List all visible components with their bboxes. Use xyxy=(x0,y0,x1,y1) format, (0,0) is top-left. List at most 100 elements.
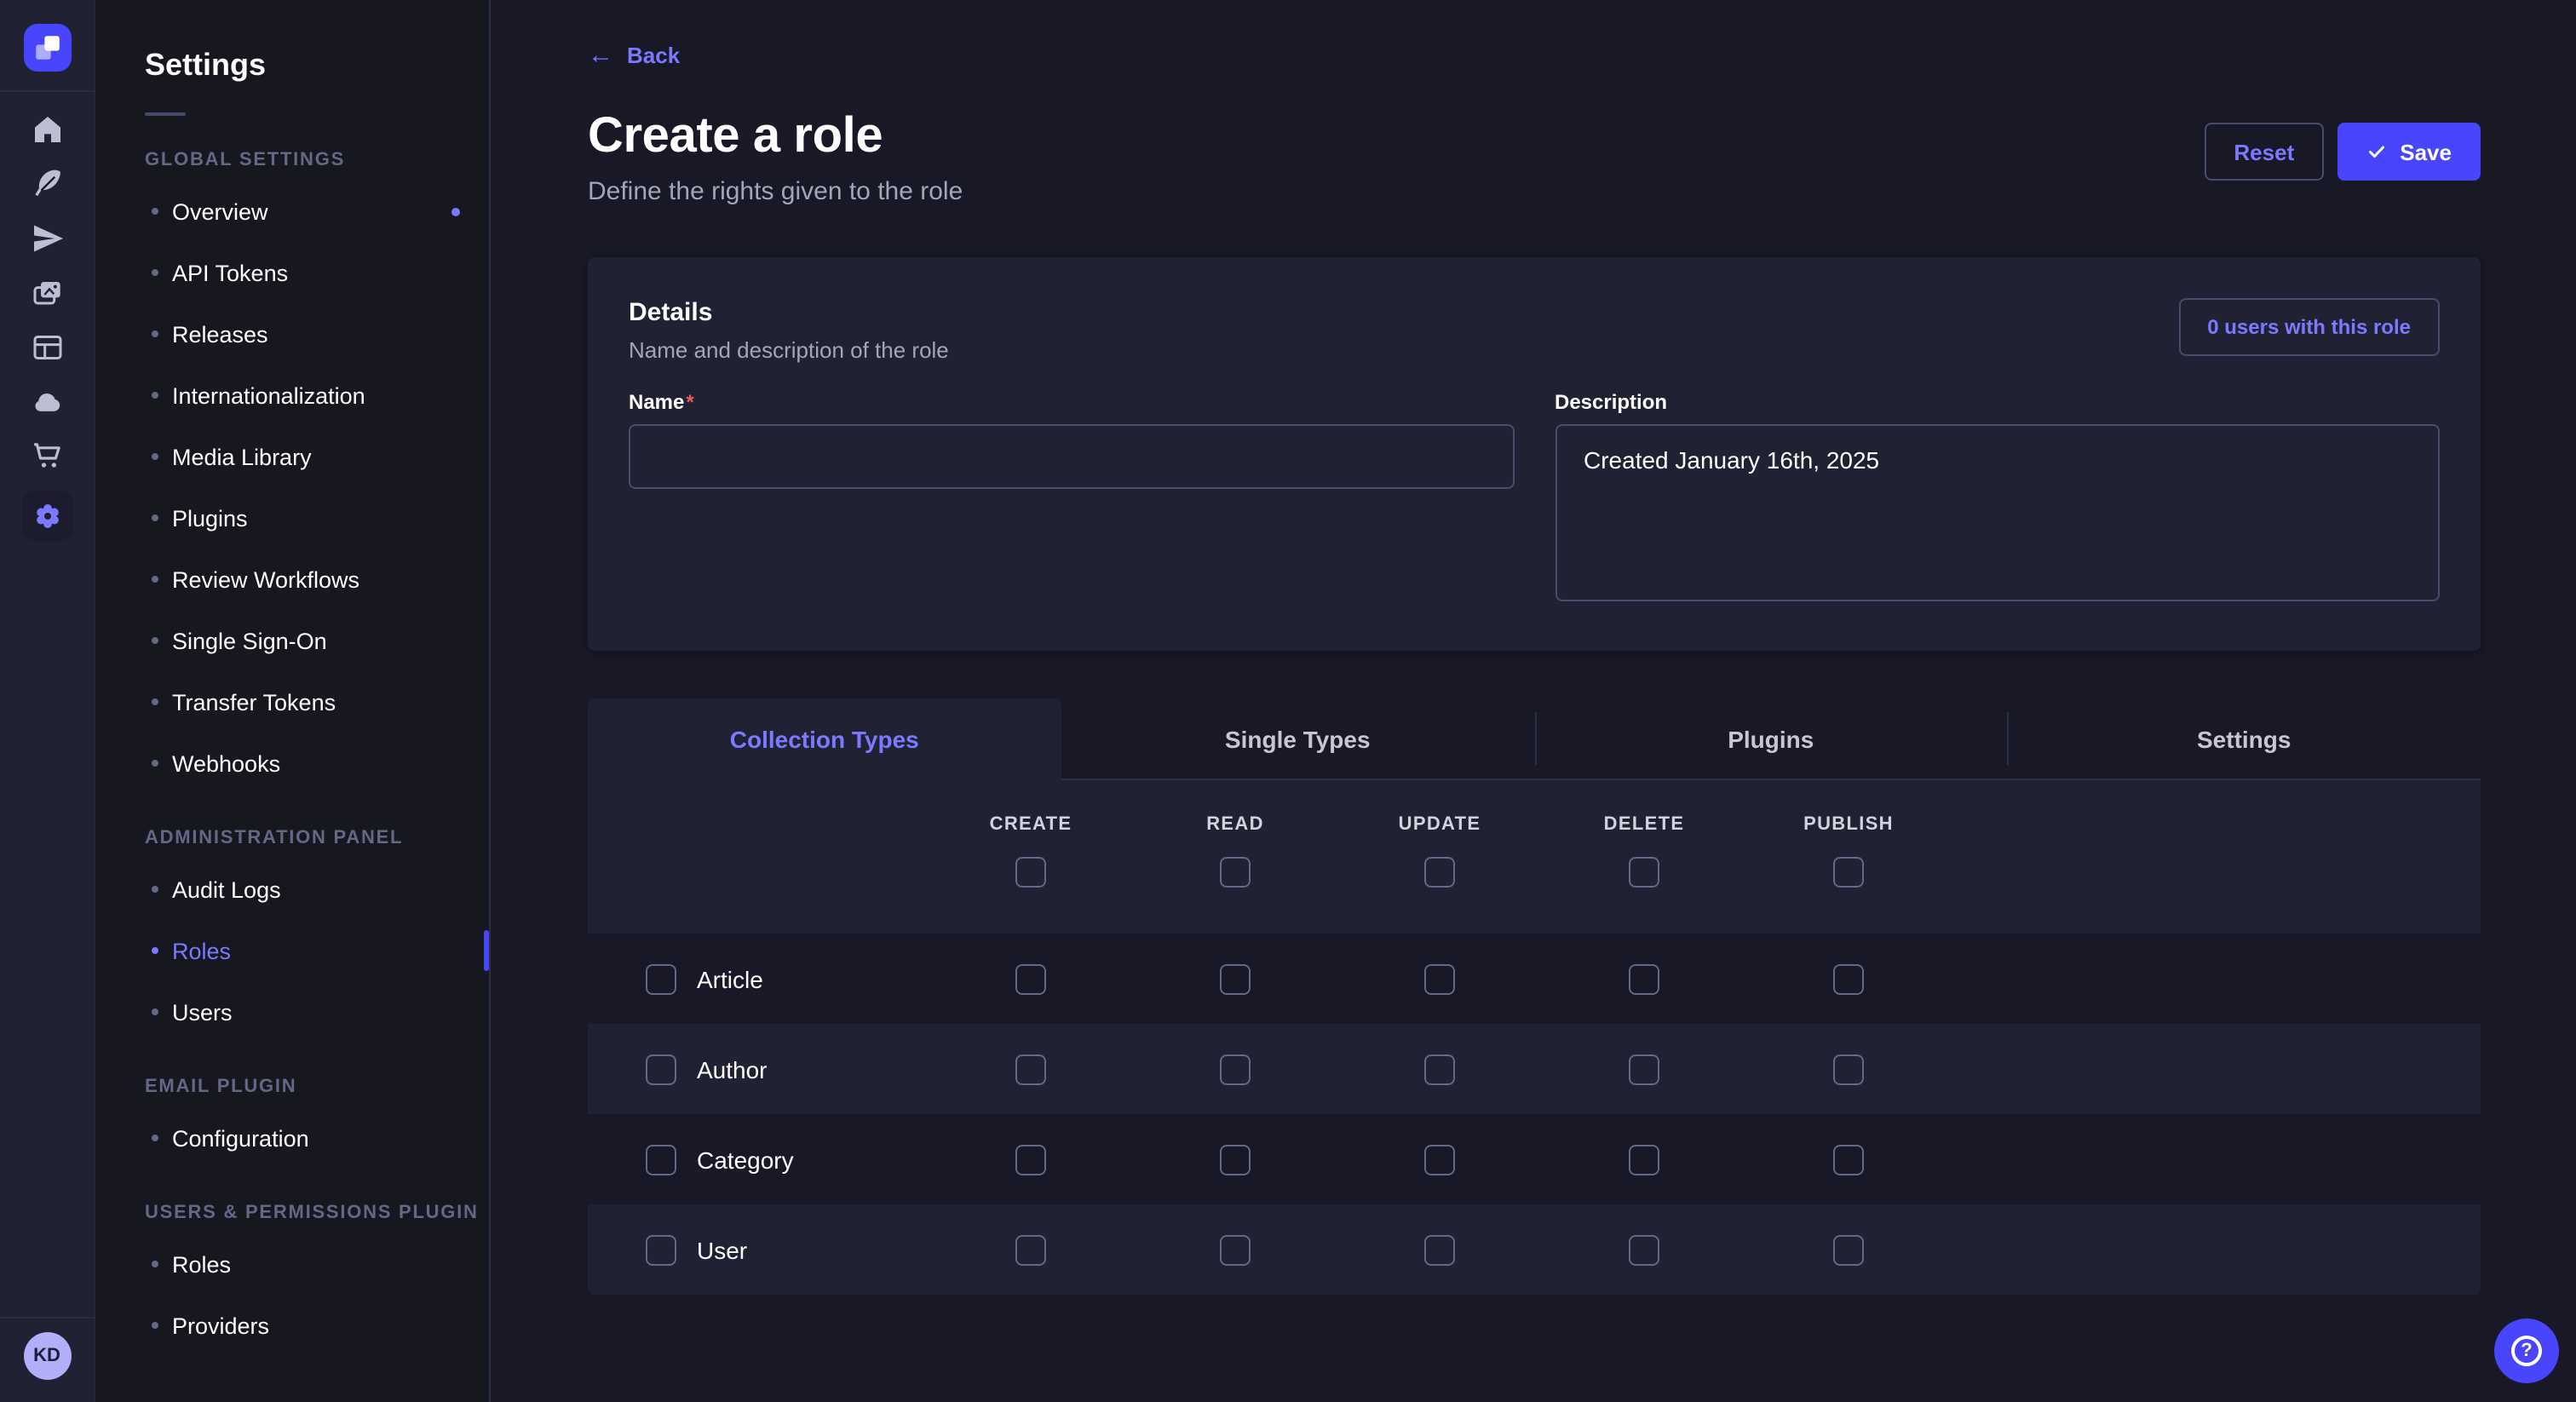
select-row-checkbox[interactable] xyxy=(646,963,676,994)
strapi-admin-app: KD Settings GLOBAL SETTINGS Overview API… xyxy=(0,0,2576,1402)
permission-checkbox[interactable] xyxy=(1220,1144,1251,1175)
users-with-role-button[interactable]: 0 users with this role xyxy=(2178,298,2440,356)
sidebar-item-single-sign-on[interactable]: Single Sign-On xyxy=(97,610,489,671)
reset-button[interactable]: Reset xyxy=(2205,123,2323,181)
select-row-checkbox[interactable] xyxy=(646,1234,676,1265)
subnav-title-rule xyxy=(145,112,186,116)
question-mark-icon: ? xyxy=(2511,1336,2542,1366)
user-avatar[interactable]: KD xyxy=(23,1332,71,1380)
sidebar-item-audit-logs[interactable]: Audit Logs xyxy=(97,859,489,920)
bullet-icon xyxy=(152,637,158,644)
permissions-table: CREATE READ UPDATE DELETE PUBLISH Articl… xyxy=(588,780,2481,1295)
permission-checkbox[interactable] xyxy=(1424,963,1455,994)
strapi-logo-icon xyxy=(28,29,66,66)
rail-icon-list xyxy=(21,109,72,542)
permission-checkbox[interactable] xyxy=(1424,1144,1455,1175)
tabs: Collection Types Single Types Plugins Se… xyxy=(588,698,2481,780)
main-content: ← Back Create a role Define the rights g… xyxy=(492,0,2576,1402)
bullet-icon xyxy=(152,1008,158,1015)
select-row-checkbox[interactable] xyxy=(646,1054,676,1084)
permission-checkbox[interactable] xyxy=(1833,963,1864,994)
select-row-checkbox[interactable] xyxy=(646,1144,676,1175)
help-button[interactable]: ? xyxy=(2494,1319,2559,1383)
column-header-update: UPDATE xyxy=(1399,814,1481,835)
back-label: Back xyxy=(627,43,680,68)
active-indicator-bar xyxy=(484,930,489,971)
back-arrow-icon: ← xyxy=(588,43,613,68)
bullet-icon xyxy=(152,1261,158,1267)
permission-checkbox[interactable] xyxy=(1629,1144,1659,1175)
cart-icon[interactable] xyxy=(21,436,72,477)
sidebar-item-plugins[interactable]: Plugins xyxy=(97,487,489,549)
name-input[interactable] xyxy=(629,424,1514,489)
sidebar-item-review-workflows[interactable]: Review Workflows xyxy=(97,549,489,610)
permission-checkbox[interactable] xyxy=(1015,1144,1046,1175)
section-label-administration-panel: ADMINISTRATION PANEL xyxy=(145,828,489,848)
save-button[interactable]: Save xyxy=(2337,123,2481,181)
tab-single-types[interactable]: Single Types xyxy=(1061,698,1535,780)
permission-checkbox[interactable] xyxy=(1015,1054,1046,1084)
sidebar-item-media-library[interactable]: Media Library xyxy=(97,426,489,487)
section-label-users-permissions-plugin: USERS & PERMISSIONS PLUGIN xyxy=(145,1203,489,1223)
tab-collection-types[interactable]: Collection Types xyxy=(588,698,1061,780)
sidebar-item-roles-up[interactable]: Roles xyxy=(97,1233,489,1295)
permission-checkbox[interactable] xyxy=(1629,963,1659,994)
rail-divider xyxy=(0,90,95,92)
permission-checkbox[interactable] xyxy=(1833,1054,1864,1084)
permissions-panel: Collection Types Single Types Plugins Se… xyxy=(588,698,2481,1295)
bullet-icon xyxy=(152,576,158,583)
gear-icon[interactable] xyxy=(21,491,72,542)
header-actions: Reset Save xyxy=(2205,123,2481,181)
sidebar-item-api-tokens[interactable]: API Tokens xyxy=(97,242,489,303)
sidebar-item-webhooks[interactable]: Webhooks xyxy=(97,733,489,794)
bullet-icon xyxy=(152,760,158,767)
back-link[interactable]: ← Back xyxy=(588,43,680,68)
tab-plugins[interactable]: Plugins xyxy=(1534,698,2008,780)
permission-checkbox[interactable] xyxy=(1220,1234,1251,1265)
permission-checkbox[interactable] xyxy=(1015,963,1046,994)
paper-plane-icon[interactable] xyxy=(21,218,72,259)
sidebar-item-transfer-tokens[interactable]: Transfer Tokens xyxy=(97,671,489,733)
details-card: Details Name and description of the role… xyxy=(588,257,2481,651)
tab-settings[interactable]: Settings xyxy=(2008,698,2481,780)
bullet-icon xyxy=(152,947,158,954)
sidebar-item-internationalization[interactable]: Internationalization xyxy=(97,365,489,426)
sidebar-item-users[interactable]: Users xyxy=(97,981,489,1043)
permission-checkbox[interactable] xyxy=(1220,1054,1251,1084)
permission-checkbox[interactable] xyxy=(1833,1234,1864,1265)
sidebar-item-configuration[interactable]: Configuration xyxy=(97,1107,489,1169)
home-icon[interactable] xyxy=(21,109,72,150)
column-header-read: READ xyxy=(1206,814,1264,835)
feather-icon[interactable] xyxy=(21,164,72,204)
sidebar-item-overview[interactable]: Overview xyxy=(97,181,489,242)
select-all-update-checkbox[interactable] xyxy=(1424,857,1455,888)
permission-checkbox[interactable] xyxy=(1424,1054,1455,1084)
sidebar-item-providers[interactable]: Providers xyxy=(97,1295,489,1356)
permission-checkbox[interactable] xyxy=(1629,1234,1659,1265)
select-all-publish-checkbox[interactable] xyxy=(1833,857,1864,888)
permission-checkbox[interactable] xyxy=(1629,1054,1659,1084)
row-label: Article xyxy=(697,965,763,992)
permission-checkbox[interactable] xyxy=(1424,1234,1455,1265)
permission-checkbox[interactable] xyxy=(1015,1234,1046,1265)
select-all-delete-checkbox[interactable] xyxy=(1629,857,1659,888)
content-type-row-category: Category xyxy=(588,1114,2481,1204)
page-header: Create a role Define the rights given to… xyxy=(588,106,2481,206)
select-all-read-checkbox[interactable] xyxy=(1220,857,1251,888)
description-input[interactable]: Created January 16th, 2025 xyxy=(1555,424,2440,601)
permission-checkbox[interactable] xyxy=(1220,963,1251,994)
layout-icon[interactable] xyxy=(21,327,72,368)
media-library-icon[interactable] xyxy=(21,273,72,313)
select-all-create-checkbox[interactable] xyxy=(1015,857,1046,888)
content-type-row-user: User xyxy=(588,1204,2481,1295)
permission-checkbox[interactable] xyxy=(1833,1144,1864,1175)
row-label: Category xyxy=(697,1146,794,1173)
bullet-icon xyxy=(152,269,158,276)
cloud-icon[interactable] xyxy=(21,382,72,422)
sidebar-item-roles-admin[interactable]: Roles xyxy=(97,920,489,981)
strapi-logo[interactable] xyxy=(23,24,71,72)
sidebar-item-releases[interactable]: Releases xyxy=(97,303,489,365)
bullet-icon xyxy=(152,208,158,215)
column-header-publish: PUBLISH xyxy=(1803,814,1894,835)
details-subtitle: Name and description of the role xyxy=(629,337,949,363)
